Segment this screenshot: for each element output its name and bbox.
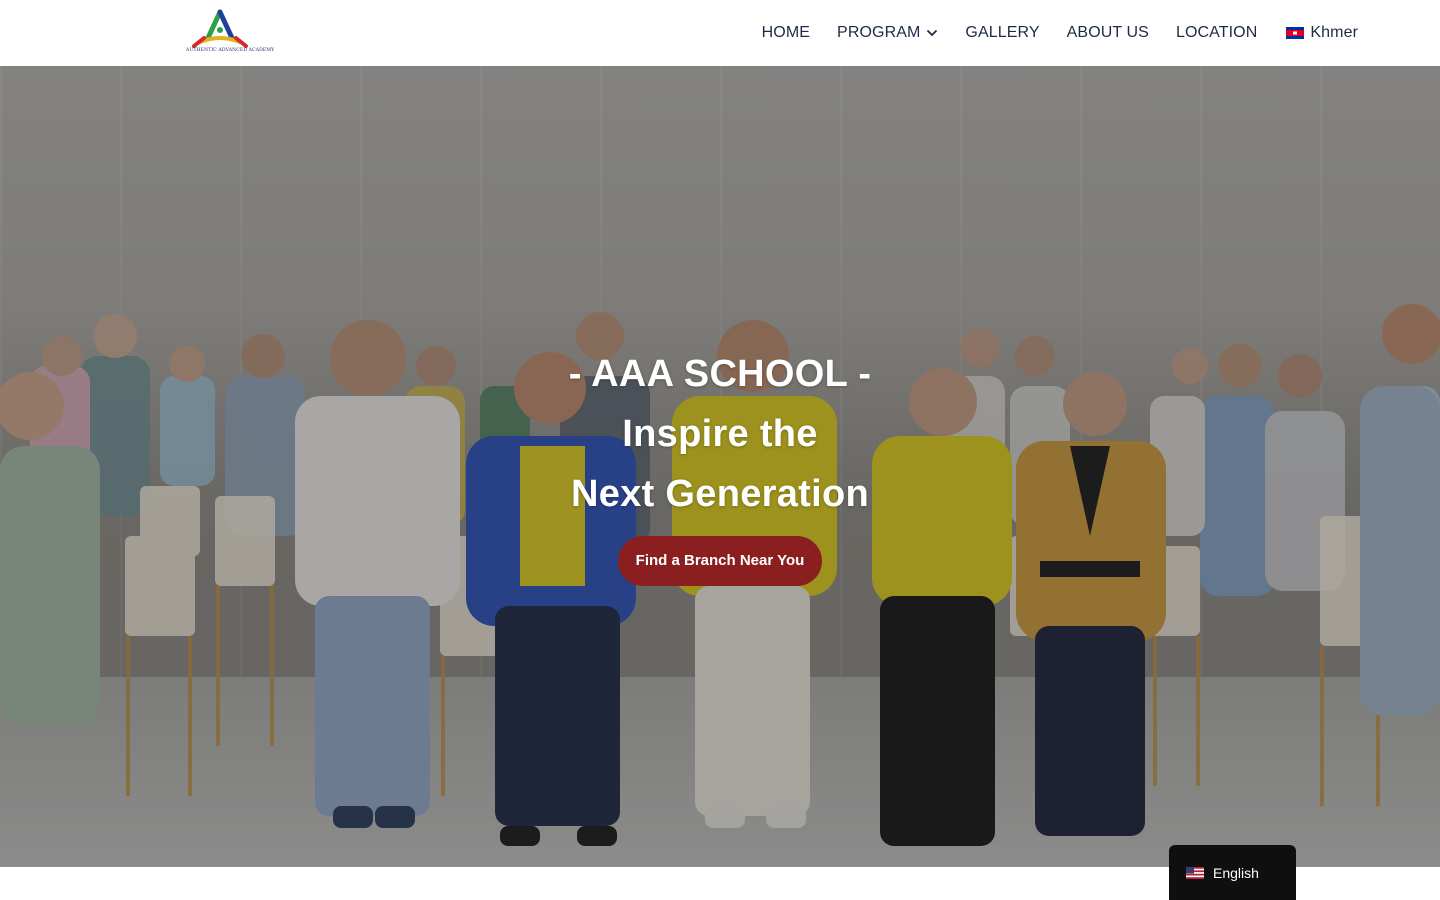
nav-program[interactable]: PROGRAM xyxy=(837,24,938,42)
hero-title-line-1: - AAA SCHOOL - xyxy=(568,353,872,395)
hero-title-line-3: Next Generation xyxy=(570,473,870,515)
nav-location-label: LOCATION xyxy=(1175,24,1258,41)
hero-content: - AAA SCHOOL - Inspire the Next Generati… xyxy=(0,344,1440,586)
hero-title-line-2: Inspire the xyxy=(622,413,818,455)
nav-gallery-label: GALLERY xyxy=(965,24,1040,41)
find-branch-button[interactable]: Find a Branch Near You xyxy=(617,536,823,586)
language-switcher-label: English xyxy=(1213,864,1259,881)
nav-language-khmer[interactable]: Khmer xyxy=(1286,24,1358,42)
nav-language-label: Khmer xyxy=(1310,24,1358,41)
main-nav: HOME PROGRAM GALLERY ABOUT US LOCATION K… xyxy=(762,0,1358,66)
nav-gallery[interactable]: GALLERY xyxy=(965,24,1039,42)
cambodia-flag-icon xyxy=(1286,27,1305,39)
nav-about-us[interactable]: ABOUT US xyxy=(1067,24,1149,42)
language-switcher[interactable]: English xyxy=(1169,845,1296,900)
nav-home[interactable]: HOME xyxy=(762,24,810,42)
us-flag-icon xyxy=(1186,866,1204,879)
chevron-down-icon xyxy=(927,29,938,37)
logo-triangle-icon xyxy=(192,9,248,48)
nav-location[interactable]: LOCATION xyxy=(1176,24,1257,42)
site-logo[interactable]: AUTHENTIC ADVANCED ACADEMY xyxy=(186,8,275,58)
nav-home-label: HOME xyxy=(761,24,811,41)
logo-text: AUTHENTIC ADVANCED ACADEMY xyxy=(186,48,275,53)
nav-program-label: PROGRAM xyxy=(837,24,921,41)
hero-banner: - AAA SCHOOL - Inspire the Next Generati… xyxy=(0,66,1440,867)
site-header: AUTHENTIC ADVANCED ACADEMY HOME PROGRAM … xyxy=(0,0,1440,66)
nav-about-us-label: ABOUT US xyxy=(1066,24,1149,41)
